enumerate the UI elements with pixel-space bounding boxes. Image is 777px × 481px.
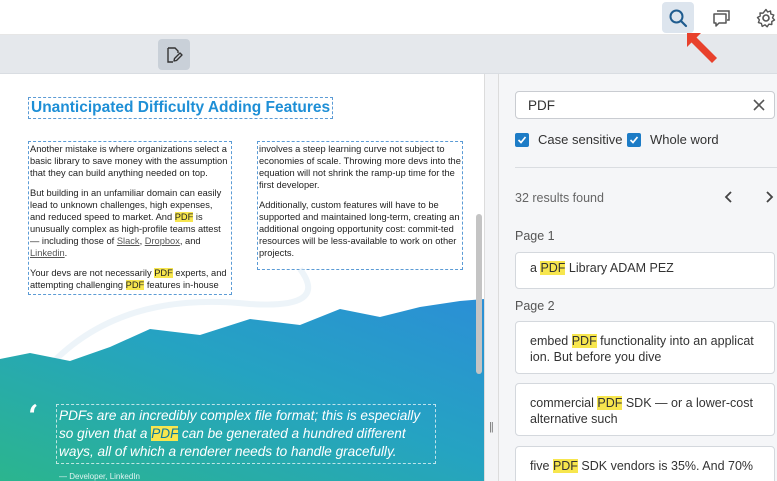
document-viewport[interactable]: Unanticipated Difficulty Adding Features…: [0, 74, 484, 481]
quote-mark: ‘: [28, 399, 39, 434]
search-match[interactable]: PDF: [174, 212, 194, 222]
pull-quote: PDFs are an incredibly complex file form…: [59, 408, 421, 459]
panel-resize-handle[interactable]: ||: [484, 74, 499, 481]
edit-annotation-button[interactable]: [158, 39, 190, 70]
top-toolbar: [0, 0, 777, 35]
search-panel: Case sensitive Whole word 32 results fou…: [499, 74, 777, 481]
annotation-toolbar: [0, 35, 777, 74]
section-heading: Unanticipated Difficulty Adding Features: [28, 97, 334, 119]
case-sensitive-option[interactable]: Case sensitive: [515, 132, 623, 147]
paragraph: involves a steep learning curve not subj…: [259, 144, 461, 190]
checkmark-icon: [629, 135, 639, 144]
chevron-right-icon[interactable]: [763, 190, 775, 204]
case-sensitive-label: Case sensitive: [538, 132, 623, 147]
settings-button[interactable]: [750, 2, 777, 33]
link-slack[interactable]: Slack: [117, 236, 140, 246]
pointer-arrow-icon: [687, 33, 717, 63]
chevron-left-icon[interactable]: [723, 190, 735, 204]
search-match[interactable]: PDF: [151, 426, 179, 441]
case-sensitive-checkbox[interactable]: [515, 132, 529, 147]
grip-icon: ||: [489, 421, 494, 433]
close-icon[interactable]: [752, 98, 766, 112]
comments-icon: [713, 9, 730, 27]
link-dropbox[interactable]: Dropbox: [145, 236, 180, 246]
whole-word-label: Whole word: [650, 132, 719, 147]
divider: [515, 167, 777, 168]
search-result[interactable]: commercial PDF SDK — or a lower-cost alt…: [515, 383, 775, 436]
quote-author: — Developer, LinkedIn: [59, 472, 140, 481]
page-group-label: Page 2: [515, 299, 555, 313]
gear-icon: [756, 8, 776, 27]
search-result[interactable]: five PDF SDK vendors is 35%. And 70%: [515, 446, 775, 481]
results-count: 32 results found: [515, 191, 604, 205]
page-group-label: Page 1: [515, 229, 555, 243]
vertical-scrollbar[interactable]: [476, 214, 482, 374]
search-field[interactable]: [515, 91, 775, 119]
search-result[interactable]: a PDF Library ADAM PEZ: [515, 252, 775, 289]
search-button[interactable]: [662, 2, 694, 33]
search-input[interactable]: [516, 92, 746, 118]
checkmark-icon: [517, 135, 527, 144]
paragraph: Another mistake is where organizations s…: [30, 144, 228, 178]
edit-annotation-icon: [167, 46, 183, 63]
whole-word-checkbox[interactable]: [627, 132, 641, 147]
search-icon: [669, 9, 688, 27]
search-result[interactable]: embed PDF functionality into an applicat…: [515, 321, 775, 374]
whole-word-option[interactable]: Whole word: [627, 132, 719, 147]
comments-button[interactable]: [706, 2, 738, 33]
